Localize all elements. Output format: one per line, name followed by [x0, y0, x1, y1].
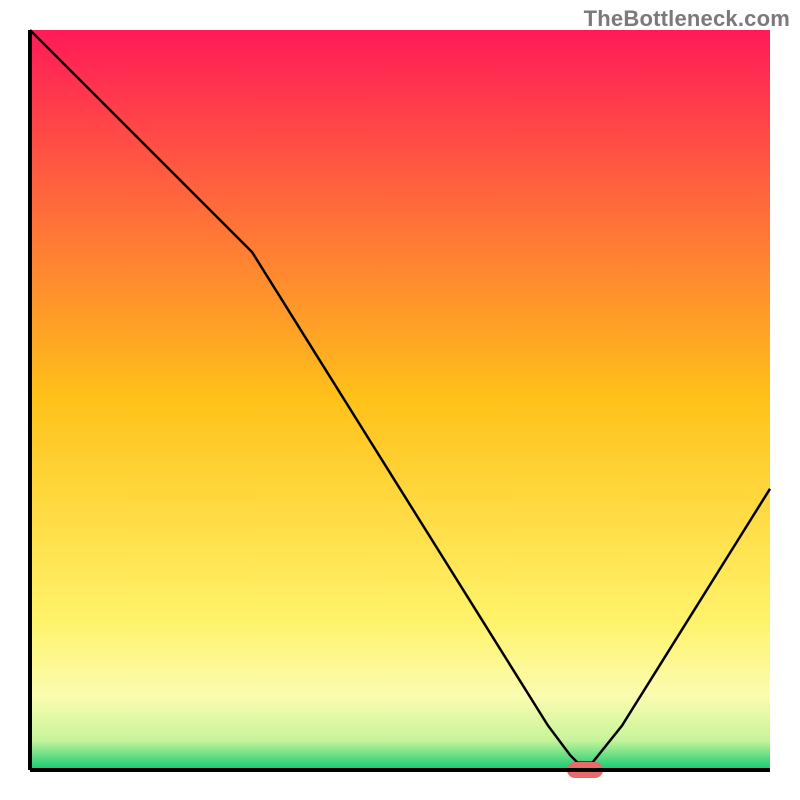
chart-container: TheBottleneck.com — [0, 0, 800, 800]
bottleneck-chart — [0, 0, 800, 800]
